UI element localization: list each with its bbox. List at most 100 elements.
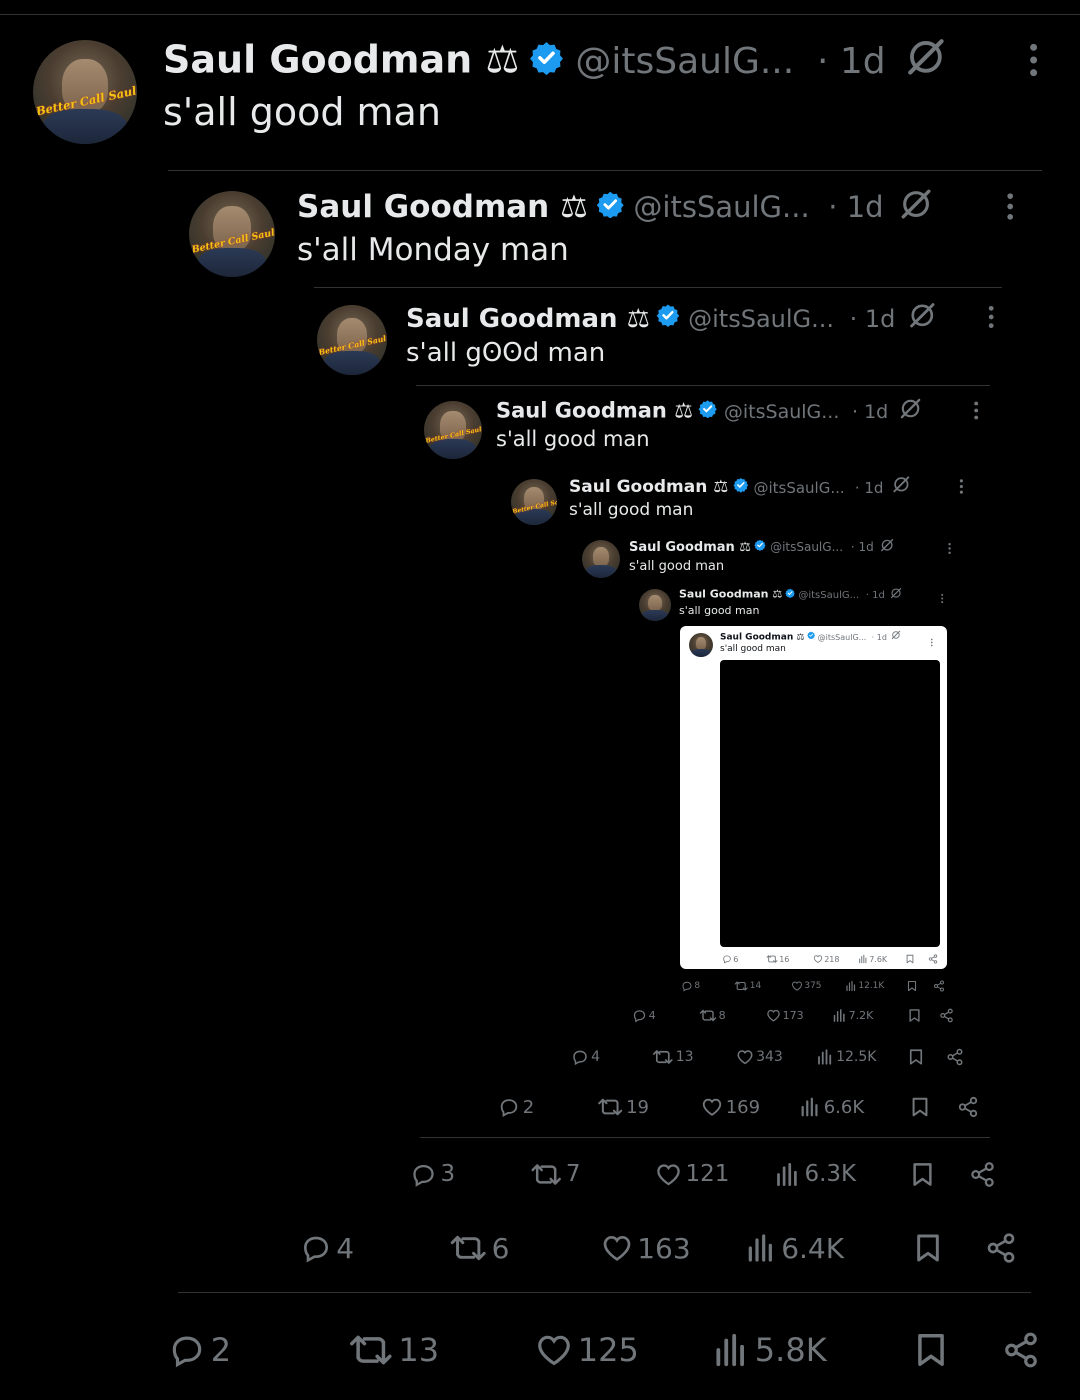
avatar[interactable]: Better Call Saul — [424, 401, 482, 459]
author-handle[interactable]: @itsSaulG... — [798, 590, 859, 601]
repost-button[interactable]: 8 — [699, 1008, 726, 1023]
share-button[interactable] — [957, 1096, 979, 1118]
author-handle[interactable]: @itsSaulG... — [724, 401, 840, 423]
views-button[interactable]: 5.8K — [712, 1331, 827, 1369]
more-options-icon[interactable] — [972, 400, 980, 425]
repost-button[interactable]: 6 — [449, 1232, 509, 1265]
avatar[interactable] — [689, 633, 713, 657]
avatar[interactable]: Better Call Saul — [33, 40, 137, 144]
author-name[interactable]: Saul Goodman ⚖ @itsSaulG... · 1d — [163, 36, 946, 88]
author-name[interactable]: Saul Goodman ⚖ @itsSaulG... · 1d — [297, 187, 933, 230]
grok-icon[interactable] — [908, 301, 937, 338]
views-button[interactable]: 12.5K — [816, 1048, 876, 1066]
avatar[interactable] — [639, 589, 671, 621]
post-time[interactable]: · 1d — [850, 305, 896, 333]
avatar[interactable]: Better Call Saul — [511, 479, 557, 525]
grok-icon[interactable] — [880, 538, 894, 557]
post-time[interactable]: · 1d — [817, 41, 886, 82]
author-name[interactable]: Saul Goodman ⚖ @itsSaulG... · 1d — [406, 301, 937, 338]
repost-button[interactable]: 13 — [652, 1048, 694, 1066]
more-options-icon[interactable] — [930, 632, 934, 651]
bookmark-button[interactable] — [907, 1048, 925, 1066]
bookmark-button[interactable] — [909, 1096, 931, 1118]
reply-button[interactable]: 2 — [498, 1096, 534, 1118]
post-time[interactable]: · 1d — [828, 190, 883, 224]
repost-button[interactable]: 16 — [766, 954, 789, 964]
avatar[interactable] — [582, 540, 620, 578]
like-button[interactable]: 343 — [736, 1048, 783, 1066]
post-time[interactable]: · 1d — [852, 401, 888, 423]
author-handle[interactable]: @itsSaulG... — [753, 479, 844, 497]
views-button[interactable]: 12.1K — [845, 980, 884, 992]
share-button[interactable] — [1002, 1331, 1040, 1369]
repost-button[interactable]: 13 — [348, 1331, 439, 1369]
bookmark-button[interactable] — [909, 1161, 936, 1188]
reply-button[interactable]: 3 — [410, 1161, 455, 1188]
like-button[interactable]: 169 — [701, 1096, 760, 1118]
views-button[interactable]: 6.6K — [799, 1096, 864, 1118]
reply-button[interactable]: 4 — [571, 1048, 600, 1066]
views-button[interactable]: 6.4K — [745, 1232, 844, 1265]
share-button[interactable] — [939, 1008, 954, 1023]
reply-button[interactable]: 8 — [681, 980, 700, 992]
share-button[interactable] — [985, 1232, 1017, 1264]
grok-icon[interactable] — [891, 630, 901, 644]
views-button[interactable]: 6.3K — [774, 1161, 856, 1188]
grok-icon[interactable] — [892, 475, 911, 499]
views-button[interactable]: 7.2K — [832, 1008, 873, 1023]
author-handle[interactable]: @itsSaulG... — [688, 305, 834, 333]
avatar[interactable]: Better Call Saul — [189, 191, 275, 277]
post-time[interactable]: · 1d — [851, 540, 874, 554]
more-options-icon[interactable] — [940, 589, 944, 608]
more-options-icon[interactable] — [986, 304, 996, 334]
author-name[interactable]: Saul Goodman ⚖ @itsSaulG... · 1d — [679, 587, 902, 602]
more-options-icon[interactable] — [947, 540, 952, 559]
reply-button[interactable]: 4 — [300, 1232, 354, 1265]
grok-icon[interactable] — [890, 587, 902, 602]
verified-badge-icon — [785, 588, 795, 601]
more-options-icon[interactable] — [1004, 191, 1016, 226]
reply-button[interactable]: 4 — [632, 1008, 656, 1023]
share-button[interactable] — [969, 1161, 996, 1188]
bookmark-button[interactable] — [912, 1232, 944, 1264]
reply-button[interactable]: 6 — [722, 954, 738, 964]
post-time[interactable]: · 1d — [872, 633, 887, 642]
repost-button-count: 13 — [398, 1331, 440, 1369]
like-button[interactable]: 173 — [766, 1008, 804, 1023]
grok-icon[interactable] — [899, 397, 922, 426]
author-name[interactable]: Saul Goodman ⚖ @itsSaulG... · 1d — [569, 475, 911, 499]
bookmark-button[interactable] — [912, 1331, 950, 1369]
avatar[interactable]: Better Call Saul — [317, 305, 387, 375]
like-button[interactable]: 375 — [791, 980, 822, 992]
author-name[interactable]: Saul Goodman ⚖ @itsSaulG... · 1d — [496, 397, 922, 426]
repost-button[interactable]: 14 — [734, 980, 761, 992]
author-handle[interactable]: @itsSaulG... — [633, 190, 809, 224]
share-button[interactable] — [928, 954, 938, 964]
author-name-text: Saul Goodman ⚖ — [297, 188, 588, 225]
repost-button[interactable]: 19 — [597, 1096, 649, 1118]
repost-button[interactable]: 7 — [530, 1161, 580, 1188]
share-button[interactable] — [933, 980, 945, 992]
bookmark-button[interactable] — [905, 954, 915, 964]
author-handle[interactable]: @itsSaulG... — [770, 540, 843, 554]
more-options-icon[interactable] — [958, 478, 965, 499]
bookmark-button[interactable] — [907, 1008, 922, 1023]
share-button[interactable] — [946, 1048, 964, 1066]
grok-icon[interactable] — [899, 187, 933, 230]
repost-button-count: 8 — [718, 1008, 726, 1022]
like-button[interactable]: 218 — [813, 954, 839, 964]
more-options-icon[interactable] — [1026, 41, 1041, 83]
like-button[interactable]: 125 — [535, 1331, 639, 1369]
post-time[interactable]: · 1d — [855, 479, 884, 497]
author-name[interactable]: Saul Goodman ⚖ @itsSaulG... · 1d — [629, 538, 895, 557]
like-button[interactable]: 121 — [655, 1161, 729, 1188]
grok-icon[interactable] — [905, 36, 947, 88]
author-handle[interactable]: @itsSaulG... — [575, 41, 794, 82]
author-name[interactable]: Saul Goodman ⚖ @itsSaulG... · 1d — [720, 630, 901, 644]
author-handle[interactable]: @itsSaulG... — [818, 633, 867, 642]
views-button[interactable]: 7.6K — [858, 954, 887, 964]
bookmark-button[interactable] — [906, 980, 918, 992]
post-time[interactable]: · 1d — [866, 590, 885, 601]
reply-button[interactable]: 2 — [168, 1331, 231, 1369]
like-button[interactable]: 163 — [601, 1232, 691, 1265]
